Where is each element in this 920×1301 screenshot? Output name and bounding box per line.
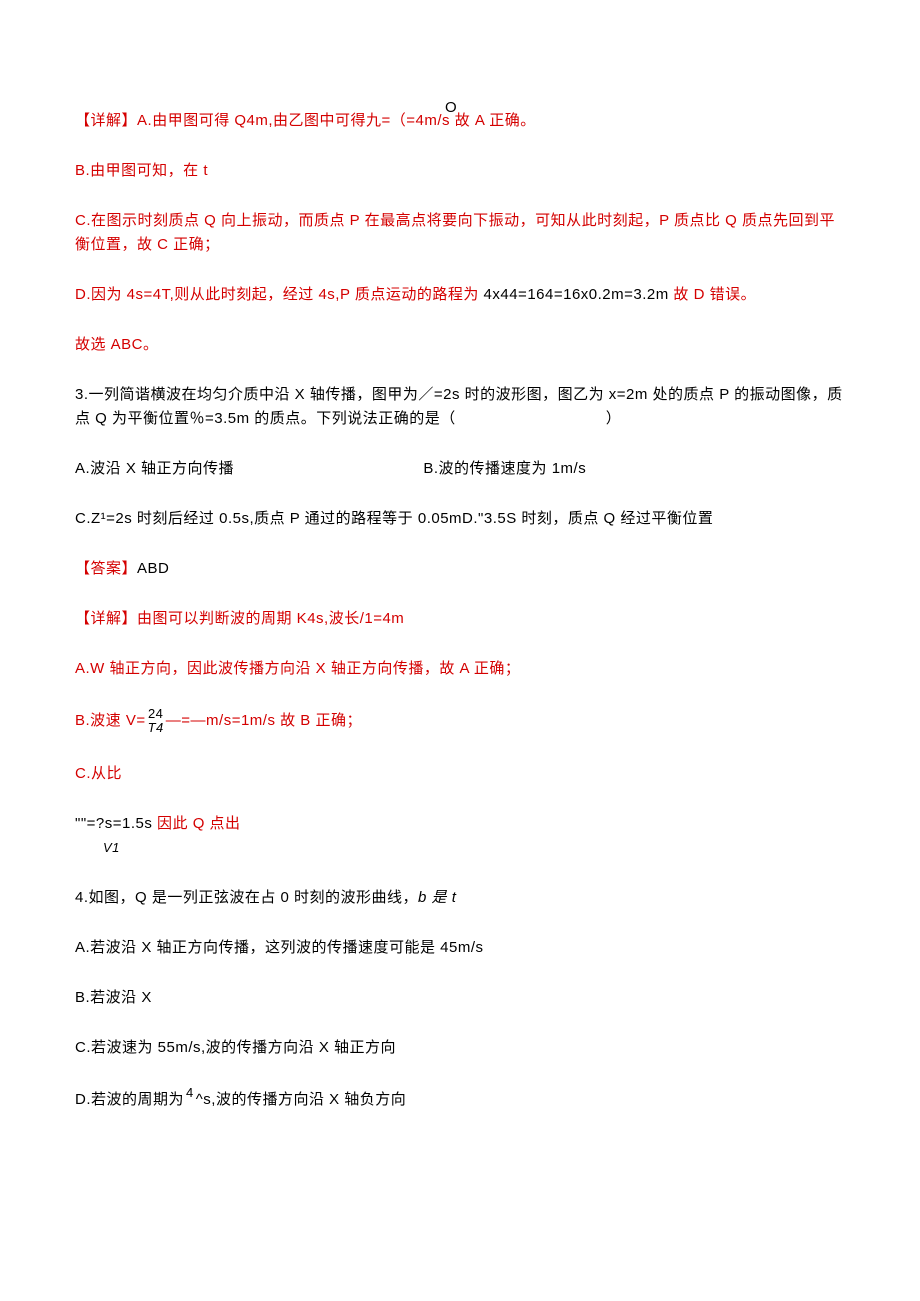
q3-detail-d: ""=?s=1.5s 因此 Q 点出 V1 xyxy=(75,812,845,860)
answer-label: 【答案】 xyxy=(75,560,137,577)
q3-answer: 【答案】ABD xyxy=(75,557,845,581)
q4-opt-b: B.若波沿 X xyxy=(75,986,845,1010)
p-detail-c: C.在图示时刻质点 Q 向上振动，而质点 P 在最高点将要向下振动，可知从此时刻… xyxy=(75,209,845,257)
d3b-text: B.波速 V=24T4—=—m/s=1m/s 故 B 正确； xyxy=(75,712,362,729)
d3b-pre-1: B.波速 V= xyxy=(75,712,146,729)
d3b-frac: 24T4 xyxy=(148,707,164,736)
o-mark: O xyxy=(445,99,457,116)
p-detail-b: B.由甲图可知，在 t xyxy=(75,159,845,183)
detail-text: 由图可以判断波的周期 K4s,波长/1=4m xyxy=(137,610,404,627)
q4-d-frac-bot xyxy=(186,1100,194,1114)
d3b-pre-2: —=—m/s=1m/s xyxy=(166,712,276,729)
sup-o: O xyxy=(75,100,845,115)
q4-opt-d: D.若波的周期为4 ^s,波的传播方向沿 X 轴负方向 xyxy=(75,1086,845,1115)
d3b-frac-bot: T4 xyxy=(148,721,164,735)
q3-options-ab: A.波沿 X 轴正方向传播 B.波的传播速度为 1m/s xyxy=(75,457,845,481)
q3-stem-a: 3.一列简谐横波在均匀介质中沿 X 轴传播，图甲为／=2s 时的波形图，图乙为 … xyxy=(75,386,843,427)
q4-d-line: D.若波的周期为4 ^s,波的传播方向沿 X 轴负方向 xyxy=(75,1091,406,1108)
q3-stem-b: ） xyxy=(606,410,622,427)
q4-d-frac-top: 4 xyxy=(186,1086,194,1100)
q4-opt-a: A.若波沿 X 轴正方向传播，这列波的传播速度可能是 45m/s xyxy=(75,936,845,960)
d3d-pre: ""=?s=1.5s xyxy=(75,815,157,832)
q3-detail-a: A.W 轴正方向，因此波传播方向沿 X 轴正方向传播，故 A 正确； xyxy=(75,657,845,681)
q3-detail: 【详解】由图可以判断波的周期 K4s,波长/1=4m xyxy=(75,607,845,631)
q4-d-pre1: D.若波的周期为 xyxy=(75,1091,184,1108)
answer-val: ABD xyxy=(137,560,169,577)
q4-stem-text: 4.如图，Q 是一列正弦波在占 0 时刻的波形曲线，b 是 t xyxy=(75,889,456,906)
d3d-line: ""=?s=1.5s 因此 Q 点出 xyxy=(75,815,241,832)
detail-label: 【详解】 xyxy=(75,610,137,627)
detail-d-mid: 4x44=164=16x0.2m=3.2m xyxy=(484,286,669,303)
q4-d-frac: 4 xyxy=(186,1086,194,1115)
q4-d-pre2: ^s,波的传播方向沿 X 轴负方向 xyxy=(196,1091,407,1108)
d3d-frac-bot: V1 xyxy=(75,840,120,855)
q3-opt-b: B.波的传播速度为 1m/s xyxy=(423,460,586,477)
d3b-tail: 故 B 正确； xyxy=(275,712,362,729)
q4-stem: 4.如图，Q 是一列正弦波在占 0 时刻的波形曲线，b 是 t xyxy=(75,886,845,910)
q3-detail-b: B.波速 V=24T4—=—m/s=1m/s 故 B 正确； xyxy=(75,707,845,736)
d3b-frac-top: 24 xyxy=(148,707,164,721)
q3-opt-a: A.波沿 X 轴正方向传播 xyxy=(75,460,234,477)
d3d-tail: 因此 Q 点出 xyxy=(157,815,241,832)
q4-opt-c: C.若波速为 55m/s,波的传播方向沿 X 轴正方向 xyxy=(75,1036,845,1060)
detail-d-head: D.因为 4s=4T,则从此时刻起，经过 4s,P 质点运动的路程为 xyxy=(75,286,484,303)
q3-options-cd: C.Z¹=2s 时刻后经过 0.5s,质点 P 通过的路程等于 0.05mD."… xyxy=(75,507,845,531)
p-detail-d: D.因为 4s=4T,则从此时刻起，经过 4s,P 质点运动的路程为 4x44=… xyxy=(75,283,845,307)
q3-stem: 3.一列简谐横波在均匀介质中沿 X 轴传播，图甲为／=2s 时的波形图，图乙为 … xyxy=(75,383,845,431)
q3-detail-c: C.从比 xyxy=(75,762,845,786)
detail-d-tail: 故 D 错误。 xyxy=(669,286,756,303)
p-conclusion-abc: 故选 ABC。 xyxy=(75,333,845,357)
